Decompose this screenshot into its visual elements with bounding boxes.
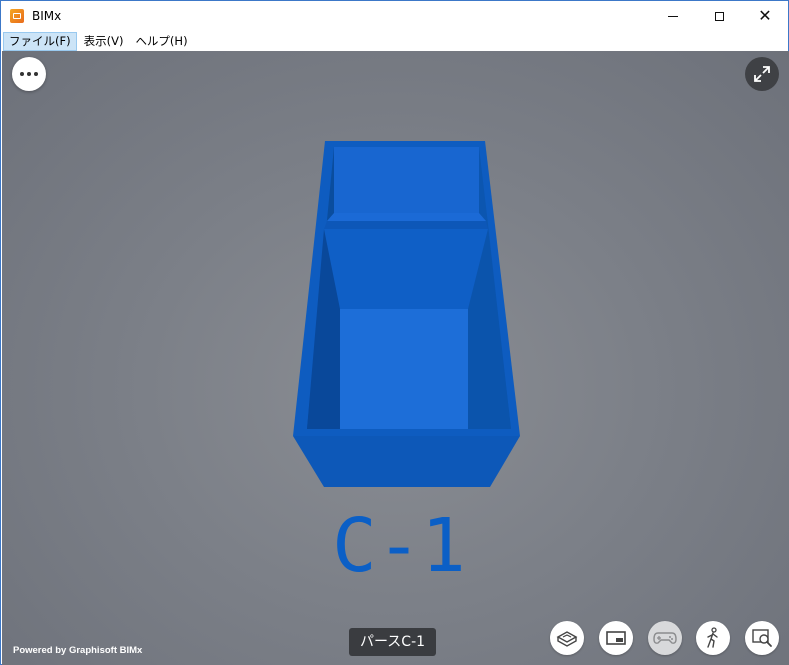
- fullscreen-button[interactable]: [745, 57, 779, 91]
- app-window: BIMx ✕ ファイル(F) 表示(V) ヘルプ(H) C-1 Powered …: [0, 0, 789, 665]
- more-icon: [20, 72, 38, 76]
- 3d-view-button[interactable]: [550, 621, 584, 655]
- walk-icon: [707, 627, 718, 648]
- 3d-model-scene[interactable]: C-1: [2, 51, 789, 665]
- current-view-label[interactable]: パースC-1: [349, 628, 437, 656]
- minimize-button[interactable]: [650, 1, 696, 31]
- floor-plan-button[interactable]: [599, 621, 633, 655]
- window-controls: ✕: [650, 1, 788, 31]
- more-options-button[interactable]: [12, 57, 46, 91]
- back-wall: [334, 147, 479, 213]
- 3d-view-icon: [556, 631, 578, 647]
- close-button[interactable]: ✕: [742, 1, 788, 31]
- bimx-app-icon: [10, 9, 24, 23]
- walk-mode-button[interactable]: [696, 621, 730, 655]
- gamepad-button[interactable]: [648, 621, 682, 655]
- divider-top: [324, 221, 488, 229]
- expand-icon: [754, 66, 770, 82]
- search-view-button[interactable]: [745, 621, 779, 655]
- back-floor: [327, 213, 486, 221]
- model-label: C-1: [332, 503, 466, 589]
- minimize-icon: [668, 15, 678, 17]
- front-floor: [340, 309, 468, 429]
- window-title: BIMx: [32, 9, 62, 23]
- gamepad-icon: [653, 632, 677, 644]
- search-view-icon: [752, 629, 772, 647]
- menu-help[interactable]: ヘルプ(H): [130, 32, 192, 51]
- floor-plan-icon: [606, 631, 626, 645]
- maximize-icon: [714, 11, 724, 21]
- menu-view[interactable]: 表示(V): [79, 32, 129, 51]
- menu-file[interactable]: ファイル(F): [3, 32, 77, 51]
- maximize-button[interactable]: [696, 1, 742, 31]
- close-icon: ✕: [758, 6, 772, 25]
- powered-by-text: Powered by Graphisoft BIMx: [13, 645, 143, 656]
- menu-bar: ファイル(F) 表示(V) ヘルプ(H): [1, 32, 788, 51]
- box-front-face: [293, 436, 520, 487]
- divider-face: [324, 229, 488, 309]
- 3d-viewport[interactable]: C-1 Powered by Graphisoft BIMx パースC-1: [2, 51, 789, 665]
- title-bar: BIMx ✕: [1, 1, 788, 31]
